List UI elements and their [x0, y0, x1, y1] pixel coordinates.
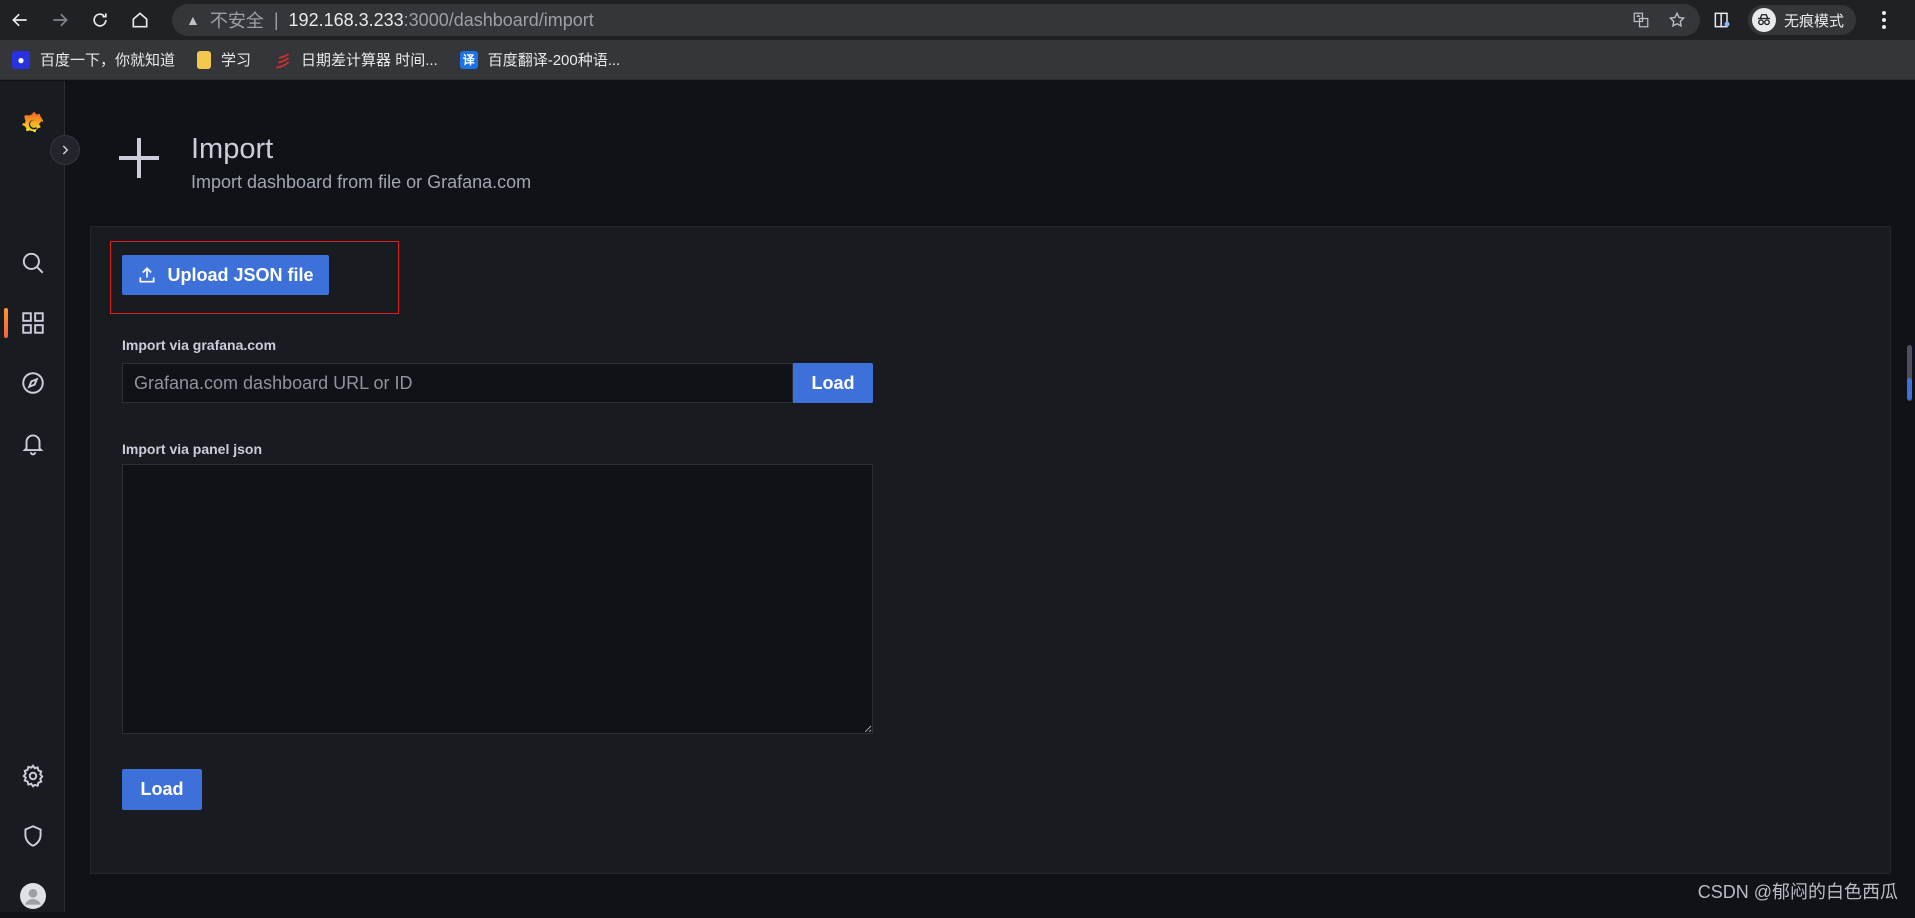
watermark: CSDN @郁闷的白色西瓜 — [1697, 882, 1898, 902]
gcom-load-button[interactable]: Load — [793, 363, 873, 403]
upload-json-button[interactable]: Upload JSON file — [122, 255, 329, 295]
browser-toolbar: ▲ 不安全 | 192.168.3.233 :3000/dashboard/im… — [0, 0, 1915, 40]
gcom-url-input[interactable] — [122, 363, 793, 403]
dashboards-icon[interactable] — [0, 301, 65, 345]
explore-compass-icon[interactable] — [0, 361, 65, 405]
page-subtitle: Import dashboard from file or Grafana.co… — [191, 172, 532, 192]
server-admin-shield-icon[interactable] — [0, 814, 65, 858]
scrollbar-position-marker — [1907, 378, 1912, 400]
baidu-paw-icon: ● — [12, 50, 30, 69]
reload-button[interactable] — [80, 0, 120, 40]
reload-icon — [93, 13, 107, 27]
insecure-label: 不安全 — [209, 11, 264, 31]
home-button[interactable] — [120, 0, 160, 40]
user-avatar[interactable] — [0, 874, 65, 918]
bookmark-label: 百度翻译-200种语... — [487, 52, 621, 69]
translate-page-icon[interactable] — [1632, 11, 1650, 29]
profile-label: 无痕模式 — [1784, 12, 1845, 30]
page-title: Import — [191, 133, 274, 165]
bookmark-folder-study[interactable]: 学习 — [197, 49, 251, 70]
upload-icon — [139, 267, 155, 283]
back-button[interactable] — [0, 0, 40, 40]
warning-icon: ▲ — [186, 12, 200, 28]
panel-json-label: Import via panel json — [122, 441, 263, 457]
forward-button[interactable] — [40, 0, 80, 40]
incognito-icon — [1752, 8, 1776, 32]
search-icon[interactable] — [0, 241, 65, 285]
expand-menu-button[interactable] — [50, 135, 80, 165]
url-host: 192.168.3.233 — [288, 9, 404, 30]
bookmark-label: 日期差计算器 时间... — [301, 52, 438, 69]
panel-json-textarea[interactable] — [122, 464, 873, 734]
page-header: Import Import dashboard from file or Gra… — [65, 81, 1915, 226]
arrow-left-icon — [12, 13, 27, 27]
translate-icon: 译 — [459, 50, 478, 69]
bookmark-date-calculator[interactable]: 彡 日期差计算器 时间... — [273, 49, 438, 71]
address-separator: | — [273, 9, 279, 30]
plus-icon — [119, 138, 159, 178]
address-bar[interactable]: ▲ 不安全 | 192.168.3.233 :3000/dashboard/im… — [172, 4, 1700, 36]
side-menu — [0, 81, 65, 912]
folder-icon — [197, 50, 212, 69]
home-icon — [132, 12, 148, 28]
configuration-gear-icon[interactable] — [0, 754, 65, 798]
grafana-app: Import Import dashboard from file or Gra… — [0, 81, 1915, 912]
arrow-right-icon — [53, 13, 68, 27]
bookmark-baidu-translate[interactable]: 译 百度翻译-200种语... — [459, 49, 621, 70]
gcom-label: Import via grafana.com — [122, 337, 277, 353]
import-panel: Upload JSON file Import via grafana.com … — [90, 226, 1891, 874]
bookmark-star-icon[interactable] — [1668, 11, 1686, 29]
bookmark-label: 百度一下，你就知道 — [40, 52, 176, 69]
alerting-bell-icon[interactable] — [0, 421, 65, 465]
reading-list-icon[interactable] — [1712, 10, 1732, 30]
url-path: :3000/dashboard/import — [403, 9, 594, 30]
bookmark-baidu[interactable]: ● 百度一下，你就知道 — [12, 49, 175, 70]
incognito-profile-button[interactable]: 无痕模式 — [1748, 5, 1857, 35]
bookmark-label: 学习 — [221, 52, 252, 69]
browser-menu-icon[interactable] — [1874, 10, 1894, 30]
calc-site-icon: 彡 — [274, 53, 291, 71]
bookmarks-bar: ● 百度一下，你就知道 学习 彡 日期差计算器 时间... 译 百度翻译-200… — [0, 40, 1915, 80]
upload-label: Upload JSON file — [167, 264, 314, 285]
page-scrollbar[interactable] — [1905, 81, 1915, 912]
chevron-right-icon — [62, 145, 69, 155]
json-load-button[interactable]: Load — [122, 769, 202, 810]
